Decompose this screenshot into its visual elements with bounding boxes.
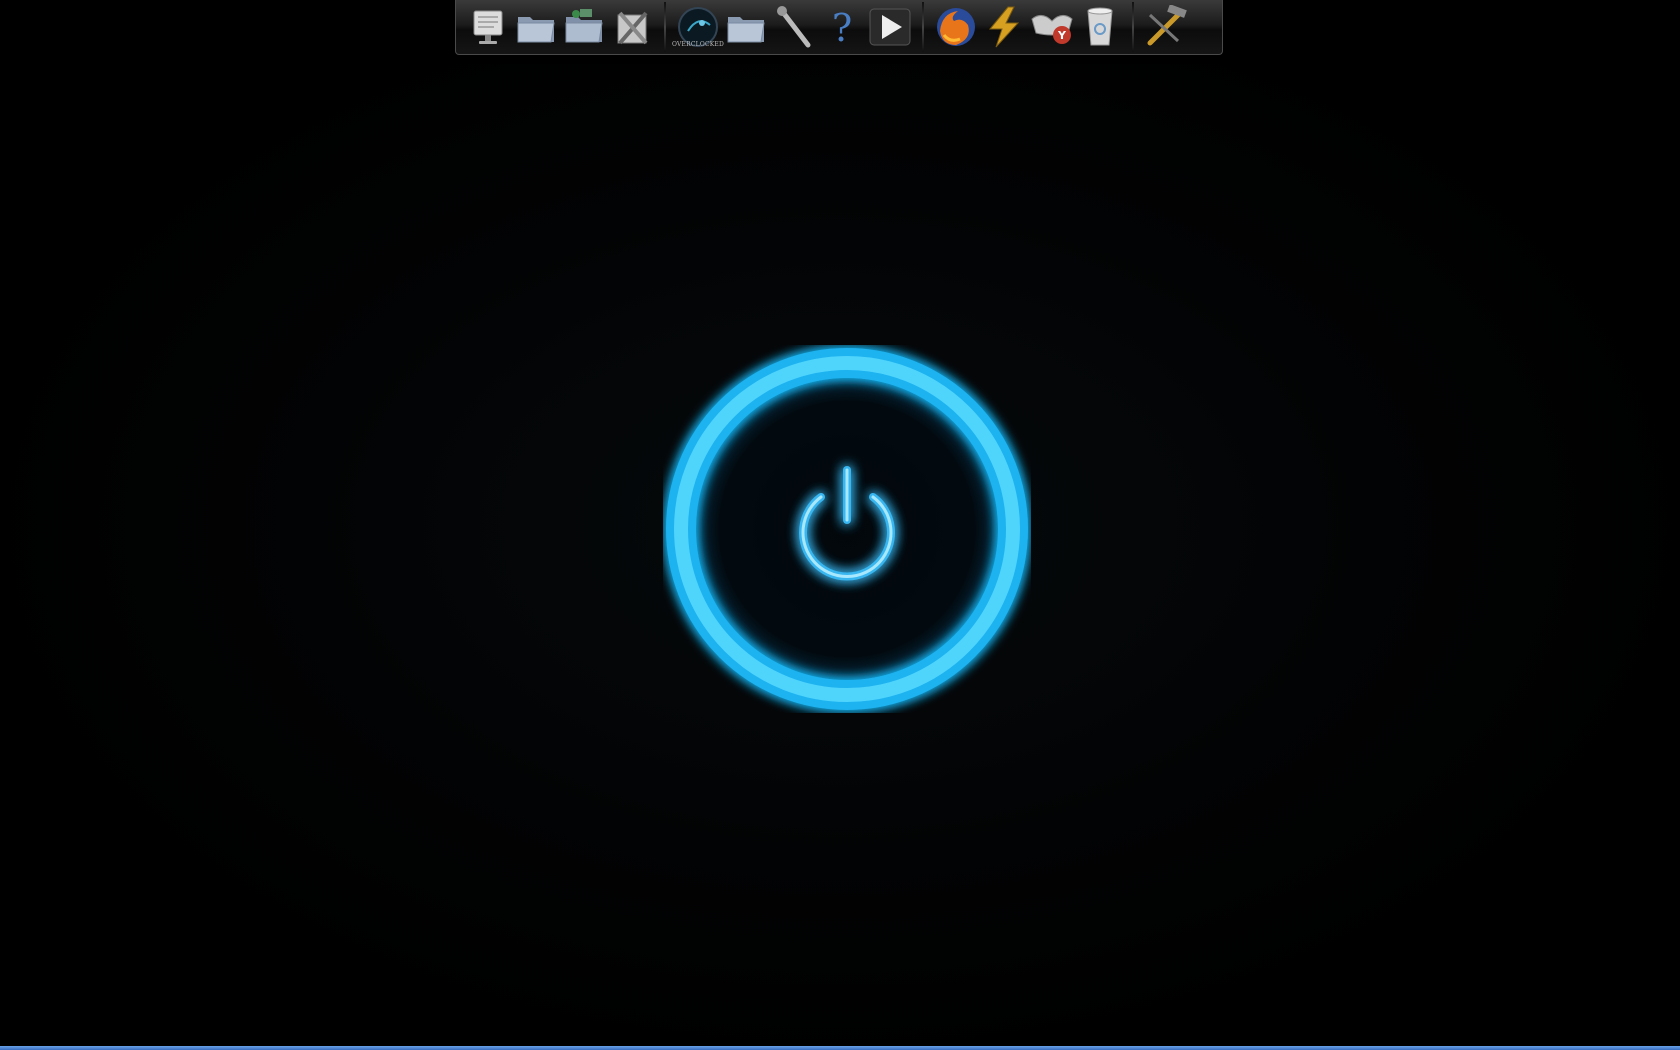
recycle-bin-icon[interactable] — [1076, 2, 1124, 52]
folder-icon[interactable] — [512, 2, 560, 52]
svg-text:Y: Y — [1057, 29, 1067, 42]
folder-icon[interactable] — [722, 2, 770, 52]
dock-group-1 — [456, 0, 664, 54]
dock-group-3: Y — [924, 0, 1132, 54]
yahoo-messenger-icon[interactable]: Y — [1028, 2, 1076, 52]
wrench-icon[interactable] — [770, 2, 818, 52]
winamp-icon[interactable] — [980, 2, 1028, 52]
monitor-icon[interactable] — [464, 2, 512, 52]
overclocked-label: OVERCLOCKED — [672, 40, 725, 48]
hammer-wrench-icon[interactable] — [1142, 2, 1190, 52]
help-icon[interactable]: ? — [818, 2, 866, 52]
desktop: OVERCLOCKED ? Y — [0, 0, 1680, 1050]
taskbar-edge — [0, 1046, 1680, 1050]
power-icon — [666, 348, 1028, 710]
network-folder-icon[interactable] — [560, 2, 608, 52]
tools-icon[interactable] — [608, 2, 656, 52]
firefox-icon[interactable] — [932, 2, 980, 52]
svg-text:?: ? — [832, 6, 852, 49]
dock-group-4 — [1134, 0, 1198, 54]
play-icon[interactable] — [866, 2, 914, 52]
dock: OVERCLOCKED ? Y — [455, 0, 1223, 55]
overclocked-icon[interactable]: OVERCLOCKED — [672, 2, 725, 52]
dock-group-2: OVERCLOCKED ? — [666, 0, 922, 54]
